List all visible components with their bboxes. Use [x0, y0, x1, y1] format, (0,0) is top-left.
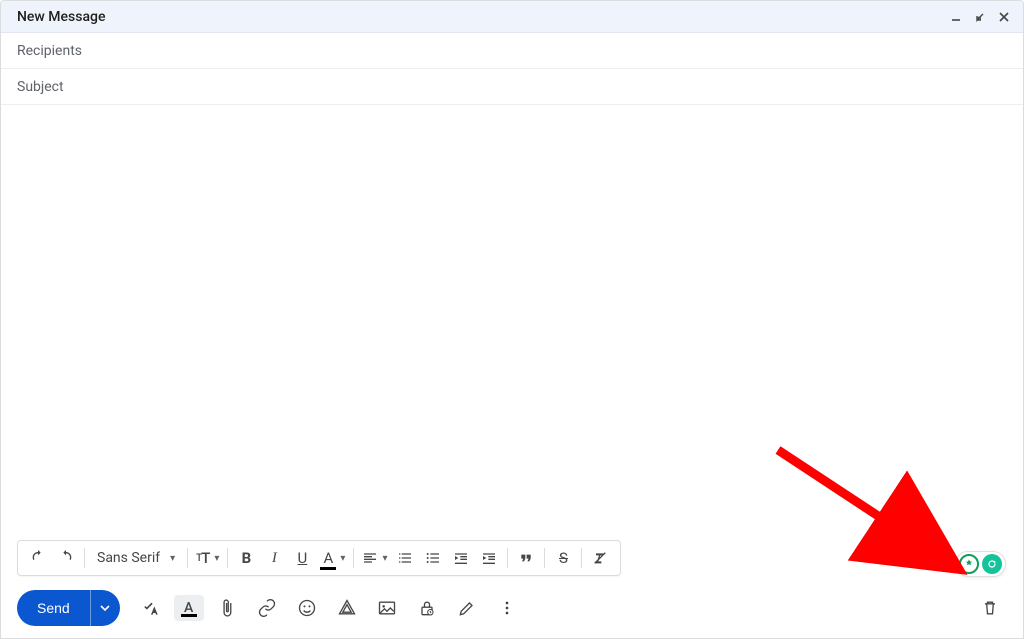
- bold-button[interactable]: B: [232, 544, 260, 572]
- insert-emoji-button[interactable]: [290, 591, 324, 625]
- insert-photo-button[interactable]: [370, 591, 404, 625]
- discard-draft-button[interactable]: [973, 591, 1007, 625]
- message-body[interactable]: [1, 105, 1023, 540]
- title-bar: New Message: [1, 1, 1023, 33]
- numbered-list-button[interactable]: [391, 544, 419, 572]
- strikethrough-button[interactable]: S: [549, 544, 577, 572]
- confidential-mode-button[interactable]: [410, 591, 444, 625]
- grammarly-badge[interactable]: [982, 554, 1002, 574]
- undo-button[interactable]: [24, 544, 52, 572]
- redo-button[interactable]: [52, 544, 80, 572]
- popout-button[interactable]: [971, 8, 989, 26]
- close-button[interactable]: [995, 8, 1013, 26]
- spellcheck-button[interactable]: [134, 591, 168, 625]
- indent-more-button[interactable]: [475, 544, 503, 572]
- font-family-dropdown[interactable]: Sans Serif ▾: [89, 544, 183, 572]
- minimize-button[interactable]: [947, 8, 965, 26]
- formatting-options-button[interactable]: A: [174, 595, 204, 621]
- chevron-down-icon: ▾: [340, 553, 345, 564]
- subject-field[interactable]: Subject: [1, 69, 1023, 105]
- italic-button[interactable]: I: [260, 544, 288, 572]
- underline-button[interactable]: U: [288, 544, 316, 572]
- bottom-action-bar: Send A: [1, 582, 1023, 638]
- recipients-label: Recipients: [17, 43, 82, 59]
- insert-link-button[interactable]: [250, 591, 284, 625]
- recipients-field[interactable]: Recipients: [1, 33, 1023, 69]
- extension-badge-1[interactable]: [959, 554, 979, 574]
- compose-window: New Message Recipients Subject: [0, 0, 1024, 639]
- insert-signature-button[interactable]: [450, 591, 484, 625]
- quote-button[interactable]: [512, 544, 540, 572]
- formatting-toolbar: Sans Serif ▾ TT ▾ B I U A ▾ ▾: [17, 540, 621, 576]
- subject-label: Subject: [17, 79, 64, 95]
- indent-less-button[interactable]: [447, 544, 475, 572]
- bulleted-list-button[interactable]: [419, 544, 447, 572]
- chevron-down-icon: ▾: [214, 553, 219, 564]
- chevron-down-icon: ▾: [170, 553, 175, 564]
- window-buttons: [947, 8, 1013, 26]
- insert-drive-button[interactable]: [330, 591, 364, 625]
- text-color-dropdown[interactable]: A ▾: [316, 544, 349, 572]
- more-options-button[interactable]: [490, 591, 524, 625]
- window-title: New Message: [17, 9, 947, 25]
- extension-badges: [955, 551, 1006, 577]
- chevron-down-icon: ▾: [382, 553, 387, 564]
- attach-file-button[interactable]: [210, 591, 244, 625]
- font-size-dropdown[interactable]: TT ▾: [192, 544, 223, 572]
- align-dropdown[interactable]: ▾: [358, 544, 391, 572]
- send-button[interactable]: Send: [17, 590, 90, 626]
- send-button-group: Send: [17, 590, 120, 626]
- remove-formatting-button[interactable]: [586, 544, 614, 572]
- font-family-label: Sans Serif: [97, 550, 160, 566]
- send-options-dropdown[interactable]: [90, 590, 120, 626]
